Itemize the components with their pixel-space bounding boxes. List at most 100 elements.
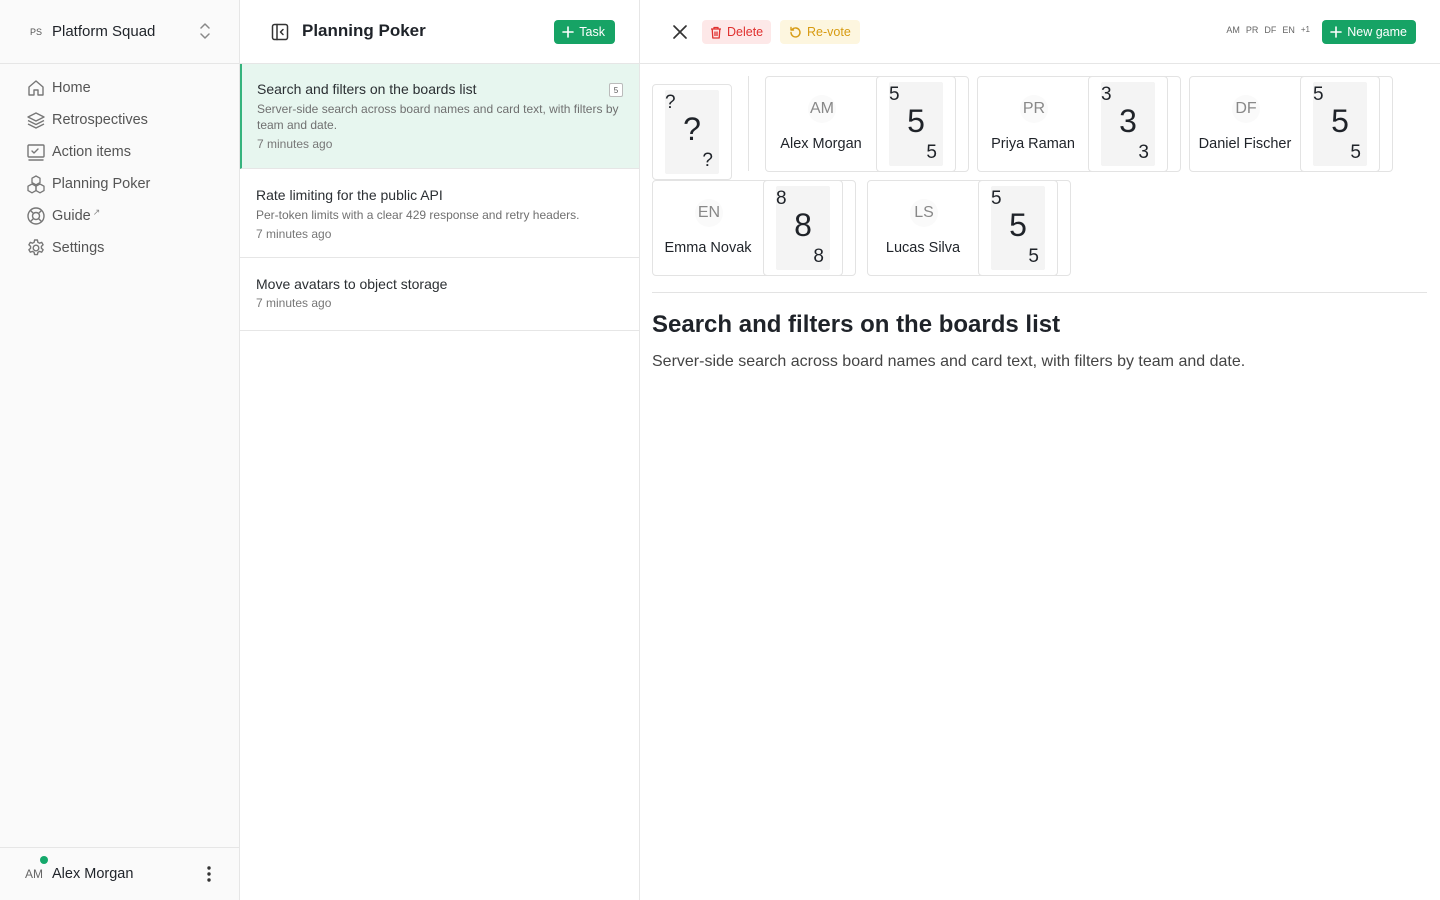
participant-vote: EN Emma Novak 8 8 8 (652, 180, 856, 276)
avatar: EN (695, 199, 723, 227)
divider (748, 76, 749, 171)
avatar: AM (808, 95, 836, 123)
card-corner-bottom: 5 (1028, 246, 1039, 267)
participant-name: Lucas Silva (885, 240, 961, 256)
card-corner-bottom: 5 (1350, 142, 1361, 163)
cubes-icon (26, 174, 46, 194)
task-title: Move avatars to object storage (256, 276, 448, 292)
sidebar-item-label: Retrospectives (52, 112, 148, 128)
lifebuoy-icon (26, 206, 46, 226)
team-name: Platform Squad (52, 23, 156, 40)
participant-name: Priya Raman (991, 136, 1075, 152)
my-vote-card[interactable]: ? ? ? (652, 84, 732, 180)
layers-icon (26, 110, 46, 130)
user-menu[interactable]: AM Alex Morgan (0, 847, 239, 900)
story-description: Server-side search across board names an… (652, 353, 1246, 370)
vote-card: 5 5 5 (876, 76, 956, 172)
estimate-badge: 5 (609, 83, 623, 97)
game-detail-panel: Delete Re-vote AM PR DF EN +1 New game ?… (640, 0, 1440, 900)
online-status-dot (40, 856, 48, 864)
plus-icon (1330, 26, 1343, 38)
refresh-icon (790, 26, 801, 38)
team-switcher[interactable]: PS Platform Squad (0, 0, 239, 64)
card-value: 5 (1009, 207, 1027, 243)
page-title: Planning Poker (302, 21, 426, 40)
new-game-button[interactable]: New game (1322, 20, 1416, 44)
participant-vote: AM Alex Morgan 5 5 5 (765, 76, 969, 172)
sidebar-item-label: Planning Poker (52, 176, 151, 192)
avatar: EN (1282, 25, 1295, 35)
sidebar-item-action-items[interactable]: Action items (0, 136, 239, 168)
gear-icon (26, 238, 46, 258)
avatar: DF (1232, 95, 1260, 123)
add-task-label: Task (579, 25, 605, 39)
sidebar-item-settings[interactable]: Settings (0, 232, 239, 264)
sidebar-nav: Home Retrospectives Action items Plannin… (0, 72, 239, 264)
chevron-up-down-icon (199, 22, 211, 40)
delete-button[interactable]: Delete (702, 20, 772, 44)
vote-card: 8 8 8 (763, 180, 843, 276)
sidebar-item-planning-poker[interactable]: Planning Poker (0, 168, 239, 200)
avatar: AM (22, 856, 48, 886)
task-title: Search and filters on the boards list (257, 81, 477, 97)
divider (652, 292, 1427, 293)
list-item[interactable]: Move avatars to object storage 7 minutes… (240, 258, 639, 331)
participant-vote: DF Daniel Fischer 5 5 5 (1189, 76, 1393, 172)
task-timestamp: 7 minutes ago (256, 227, 332, 241)
sidebar-item-label: Action items (52, 144, 131, 160)
home-icon (26, 78, 46, 98)
delete-label: Delete (727, 25, 764, 39)
user-name: Alex Morgan (52, 866, 134, 882)
task-timestamp: 7 minutes ago (256, 296, 332, 310)
task-list-header: Planning Poker Task (240, 0, 639, 64)
plus-icon (562, 26, 575, 38)
participant-vote: LS Lucas Silva 5 5 5 (867, 180, 1071, 276)
sidebar-item-label: Home (52, 80, 91, 96)
vote-card: 5 5 5 (978, 180, 1058, 276)
participant-name: Emma Novak (664, 240, 752, 256)
revote-label: Re-vote (807, 25, 851, 39)
sidebar-item-home[interactable]: Home (0, 72, 239, 104)
trash-icon (711, 26, 721, 39)
task-description: Server-side search across board names an… (257, 102, 619, 132)
sidebar-item-label: Guide (52, 208, 91, 224)
task-description: Per-token limits with a clear 429 respon… (256, 208, 580, 222)
card-value: ? (683, 111, 701, 147)
participant-avatars: AM PR DF EN +1 (1226, 25, 1310, 35)
avatar: AM (1226, 25, 1240, 35)
more-vertical-icon[interactable] (207, 865, 211, 883)
avatar: LS (910, 199, 938, 227)
add-task-button[interactable]: Task (554, 20, 615, 44)
card-value: 8 (794, 207, 812, 243)
new-game-label: New game (1347, 25, 1407, 39)
story-title: Search and filters on the boards list (652, 311, 1061, 338)
close-icon[interactable] (672, 24, 688, 40)
participant-name: Alex Morgan (780, 136, 862, 152)
more-participants-count: +1 (1300, 25, 1310, 34)
team-avatar: PS (24, 19, 48, 44)
avatar: DF (1264, 25, 1277, 35)
card-value: 3 (1119, 103, 1137, 139)
task-title: Rate limiting for the public API (256, 187, 443, 203)
vote-card: 3 3 3 (1088, 76, 1168, 172)
card-corner-bottom: 3 (1138, 142, 1149, 163)
task-list-panel: Planning Poker Task Search and filters o… (240, 0, 640, 900)
avatar: PR (1020, 95, 1048, 123)
sidebar-item-retrospectives[interactable]: Retrospectives (0, 104, 239, 136)
revote-button[interactable]: Re-vote (780, 20, 860, 44)
list-item[interactable]: Rate limiting for the public API Per-tok… (240, 169, 639, 258)
sidebar-item-guide[interactable]: Guide ↗ (0, 200, 239, 232)
list-item[interactable]: Search and filters on the boards list Se… (240, 64, 639, 169)
vote-card: 5 5 5 (1300, 76, 1380, 172)
sidebar-item-label: Settings (52, 240, 105, 256)
external-link-icon: ↗ (92, 206, 101, 217)
card-corner-bottom: 8 (813, 246, 824, 267)
checklist-icon (26, 142, 46, 162)
sidebar-collapse-icon[interactable] (270, 22, 290, 42)
user-initials: AM (25, 867, 43, 881)
participant-name: Daniel Fischer (1198, 136, 1292, 152)
card-corner-bottom: 5 (926, 142, 937, 163)
task-timestamp: 7 minutes ago (257, 137, 333, 151)
detail-toolbar: Delete Re-vote AM PR DF EN +1 New game (640, 0, 1440, 64)
card-corner-bottom: ? (702, 150, 713, 171)
